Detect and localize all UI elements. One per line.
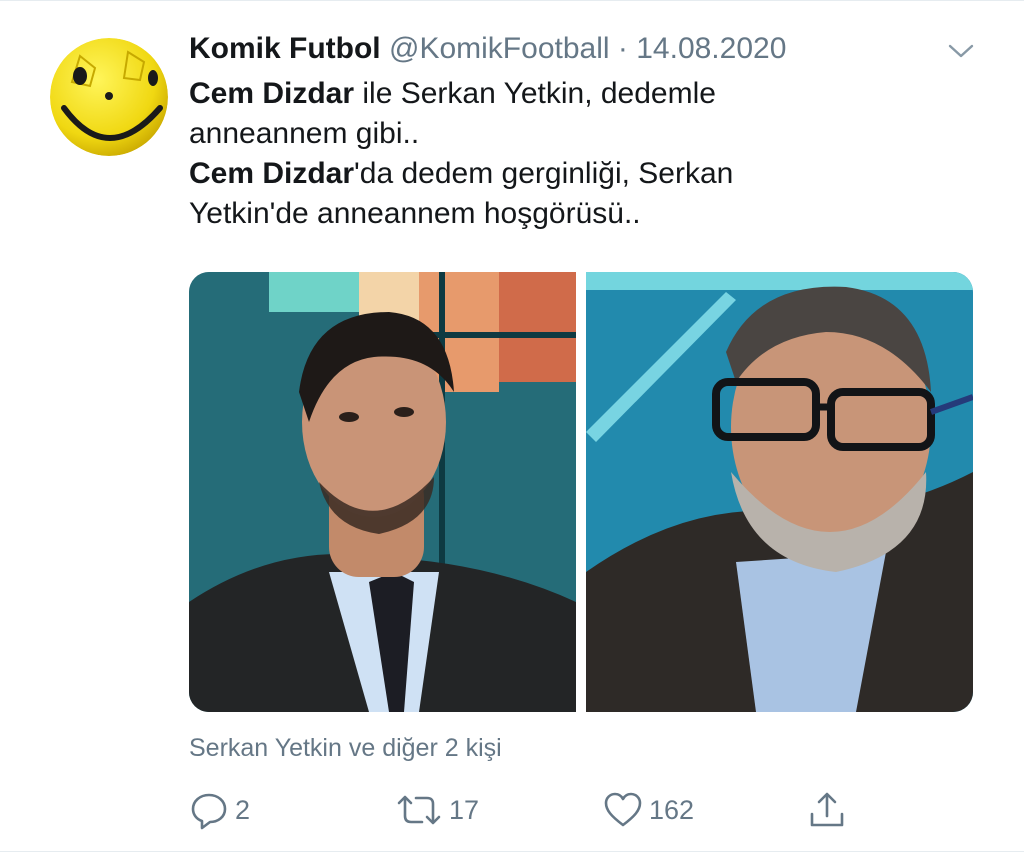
text-segment: Yetkin'de anneannem hoşgörüsü.. <box>189 197 641 230</box>
tweet: Komik Futbol @KomikFootball · 14.08.2020… <box>189 26 989 234</box>
tweet-options-button[interactable] <box>946 36 976 66</box>
tweet-text: Cem Dizdar ile Serkan Yetkin, dedemle an… <box>189 74 989 234</box>
smiley-football-avatar <box>50 38 168 156</box>
like-button[interactable]: 162 <box>603 785 694 835</box>
top-divider <box>0 0 1024 1</box>
bold-name: Cem Dizdar <box>189 157 355 190</box>
text-segment: ile Serkan Yetkin, dedemle <box>354 77 716 110</box>
avatar[interactable] <box>50 38 168 156</box>
photo-left[interactable] <box>189 272 576 712</box>
photo-right[interactable] <box>586 272 973 712</box>
heart-icon <box>604 792 642 827</box>
like-count: 162 <box>649 794 695 825</box>
reply-icon <box>191 793 227 830</box>
share-icon <box>810 792 844 827</box>
tweet-text-line: Cem Dizdar'da dedem gerginliği, Serkan <box>189 154 989 194</box>
author-name[interactable]: Komik Futbol <box>189 32 381 65</box>
share-button[interactable] <box>807 785 847 835</box>
reply-button[interactable]: 2 <box>189 785 250 835</box>
tweet-text-line: anneannem gibi.. <box>189 114 989 154</box>
tweet-media[interactable] <box>189 272 973 712</box>
bold-name: Cem Dizdar <box>189 77 355 110</box>
retweet-button[interactable]: 17 <box>395 785 479 835</box>
chevron-down-icon <box>948 44 974 58</box>
tweet-text-line: Yetkin'de anneannem hoşgörüsü.. <box>189 194 989 234</box>
studio-portrait-right <box>586 272 973 712</box>
reply-count: 2 <box>235 794 251 825</box>
retweet-icon <box>397 795 441 825</box>
studio-portrait-left <box>189 272 576 712</box>
text-segment: anneannem gibi.. <box>189 117 420 150</box>
tweet-date[interactable]: 14.08.2020 <box>636 32 786 65</box>
tweet-header: Komik Futbol @KomikFootball · 14.08.2020 <box>189 26 989 72</box>
social-context[interactable]: Serkan Yetkin ve diğer 2 kişi <box>189 734 502 763</box>
text-segment: 'da dedem gerginliği, Serkan <box>354 157 734 190</box>
retweet-count: 17 <box>449 794 480 825</box>
tweet-actions: 2 17 162 <box>189 785 989 835</box>
header-separator: · <box>617 32 628 65</box>
author-handle[interactable]: @KomikFootball <box>389 32 610 65</box>
tweet-text-line: Cem Dizdar ile Serkan Yetkin, dedemle <box>189 74 989 114</box>
